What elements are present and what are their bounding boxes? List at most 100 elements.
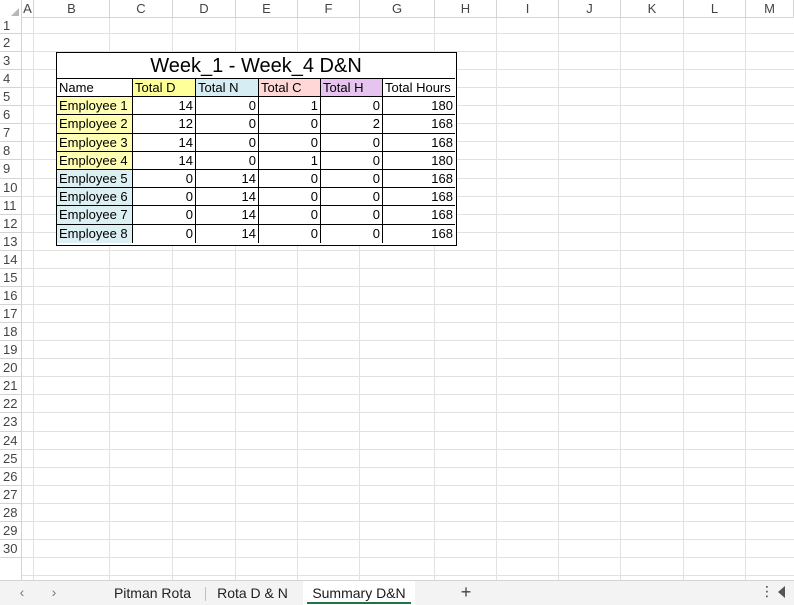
row-header-8[interactable]: 8 — [0, 142, 21, 161]
employee-name-cell[interactable]: Employee 5 — [57, 170, 133, 189]
row-header-30[interactable]: 30 — [0, 540, 21, 559]
column-header-j[interactable]: J — [559, 0, 621, 18]
row-header-10[interactable]: 10 — [0, 179, 21, 197]
value-cell-d[interactable]: 0 — [133, 206, 196, 225]
scroll-left-icon[interactable] — [778, 586, 785, 598]
row-header-3[interactable]: 3 — [0, 52, 21, 71]
employee-name-cell[interactable]: Employee 7 — [57, 206, 133, 225]
row-header-27[interactable]: 27 — [0, 486, 21, 504]
value-cell-d[interactable]: 0 — [133, 170, 196, 189]
row-header-13[interactable]: 13 — [0, 233, 21, 251]
row-header-6[interactable]: 6 — [0, 106, 21, 125]
row-header-14[interactable]: 14 — [0, 251, 21, 269]
add-sheet-button[interactable]: + — [457, 582, 475, 603]
value-cell-n[interactable]: 14 — [196, 206, 259, 225]
cell-grid[interactable]: Week_1 - Week_4 D&N Name Total D Total N To… — [22, 18, 794, 580]
chevron-right-icon[interactable]: › — [46, 584, 62, 600]
employee-name-cell[interactable]: Employee 2 — [57, 115, 133, 134]
row-header-2[interactable]: 2 — [0, 34, 21, 53]
employee-name-cell[interactable]: Employee 4 — [57, 151, 133, 170]
value-cell-hours[interactable]: 168 — [383, 225, 455, 243]
value-cell-hours[interactable]: 168 — [383, 115, 455, 134]
column-label-total-n[interactable]: Total N — [196, 79, 259, 98]
value-cell-h[interactable]: 2 — [321, 115, 383, 134]
sheet-tab-summary-d-n[interactable]: Summary D&N — [303, 581, 415, 605]
row-header-28[interactable]: 28 — [0, 504, 21, 522]
column-header-g[interactable]: G — [360, 0, 435, 18]
value-cell-n[interactable]: 14 — [196, 188, 259, 207]
value-cell-h[interactable]: 0 — [321, 188, 383, 207]
column-header-i[interactable]: I — [497, 0, 559, 18]
column-header-m[interactable]: M — [746, 0, 794, 18]
row-header-26[interactable]: 26 — [0, 468, 21, 486]
value-cell-n[interactable]: 0 — [196, 133, 259, 152]
value-cell-hours[interactable]: 180 — [383, 97, 455, 116]
table-title[interactable]: Week_1 - Week_4 D&N — [57, 53, 455, 79]
row-header-23[interactable]: 23 — [0, 413, 21, 432]
value-cell-c[interactable]: 0 — [259, 170, 321, 189]
column-header-b[interactable]: B — [34, 0, 110, 18]
value-cell-d[interactable]: 0 — [133, 188, 196, 207]
row-header-4[interactable]: 4 — [0, 70, 21, 89]
row-header-5[interactable]: 5 — [0, 88, 21, 107]
employee-name-cell[interactable]: Employee 8 — [57, 224, 133, 243]
row-header-15[interactable]: 15 — [0, 269, 21, 287]
column-header-d[interactable]: D — [173, 0, 236, 18]
value-cell-n[interactable]: 0 — [196, 115, 259, 134]
value-cell-hours[interactable]: 180 — [383, 152, 455, 170]
value-cell-d[interactable]: 14 — [133, 97, 196, 116]
value-cell-d[interactable]: 14 — [133, 151, 196, 170]
row-header-20[interactable]: 20 — [0, 359, 21, 378]
row-header-9[interactable]: 9 — [0, 160, 21, 179]
row-header-21[interactable]: 21 — [0, 377, 21, 396]
value-cell-h[interactable]: 0 — [321, 224, 383, 243]
value-cell-hours[interactable]: 168 — [383, 188, 455, 207]
value-cell-c[interactable]: 0 — [259, 224, 321, 243]
column-label-total-d[interactable]: Total D — [133, 79, 196, 98]
row-header-19[interactable]: 19 — [0, 341, 21, 360]
column-label-total-hours[interactable]: Total Hours — [383, 79, 455, 98]
column-label-total-c[interactable]: Total C — [259, 79, 321, 98]
employee-name-cell[interactable]: Employee 6 — [57, 188, 133, 207]
row-header-29[interactable]: 29 — [0, 522, 21, 540]
value-cell-hours[interactable]: 168 — [383, 206, 455, 225]
value-cell-c[interactable]: 0 — [259, 133, 321, 152]
row-header-12[interactable]: 12 — [0, 215, 21, 233]
column-header-l[interactable]: L — [684, 0, 746, 18]
column-header-h[interactable]: H — [435, 0, 497, 18]
value-cell-h[interactable]: 0 — [321, 151, 383, 170]
value-cell-hours[interactable]: 168 — [383, 134, 455, 152]
value-cell-n[interactable]: 14 — [196, 170, 259, 189]
value-cell-hours[interactable]: 168 — [383, 170, 455, 189]
value-cell-n[interactable]: 14 — [196, 224, 259, 243]
column-header-k[interactable]: K — [621, 0, 684, 18]
employee-name-cell[interactable]: Employee 1 — [57, 97, 133, 116]
column-header-c[interactable]: C — [110, 0, 173, 18]
row-header-1[interactable]: 1 — [0, 18, 21, 34]
value-cell-h[interactable]: 0 — [321, 206, 383, 225]
row-header-17[interactable]: 17 — [0, 305, 21, 324]
column-header-a[interactable]: A — [22, 0, 34, 18]
value-cell-c[interactable]: 1 — [259, 97, 321, 116]
more-options-icon[interactable]: ⋮ — [760, 583, 774, 600]
value-cell-n[interactable]: 0 — [196, 97, 259, 116]
column-label-total-h[interactable]: Total H — [321, 79, 383, 98]
value-cell-h[interactable]: 0 — [321, 170, 383, 189]
value-cell-n[interactable]: 0 — [196, 151, 259, 170]
sheet-tab-pitman-rota[interactable]: Pitman Rota — [100, 581, 205, 605]
sheet-tab-rota-d-n[interactable]: Rota D & N — [205, 581, 300, 605]
chevron-left-icon[interactable]: ‹ — [14, 584, 30, 600]
value-cell-c[interactable]: 0 — [259, 115, 321, 134]
value-cell-d[interactable]: 14 — [133, 133, 196, 152]
select-all-corner[interactable] — [0, 0, 22, 18]
row-header-22[interactable]: 22 — [0, 395, 21, 414]
value-cell-d[interactable]: 12 — [133, 115, 196, 134]
column-header-e[interactable]: E — [236, 0, 298, 18]
value-cell-c[interactable]: 0 — [259, 188, 321, 207]
value-cell-h[interactable]: 0 — [321, 133, 383, 152]
row-header-11[interactable]: 11 — [0, 197, 21, 215]
value-cell-d[interactable]: 0 — [133, 224, 196, 243]
row-header-24[interactable]: 24 — [0, 432, 21, 450]
value-cell-h[interactable]: 0 — [321, 97, 383, 116]
row-header-18[interactable]: 18 — [0, 323, 21, 342]
